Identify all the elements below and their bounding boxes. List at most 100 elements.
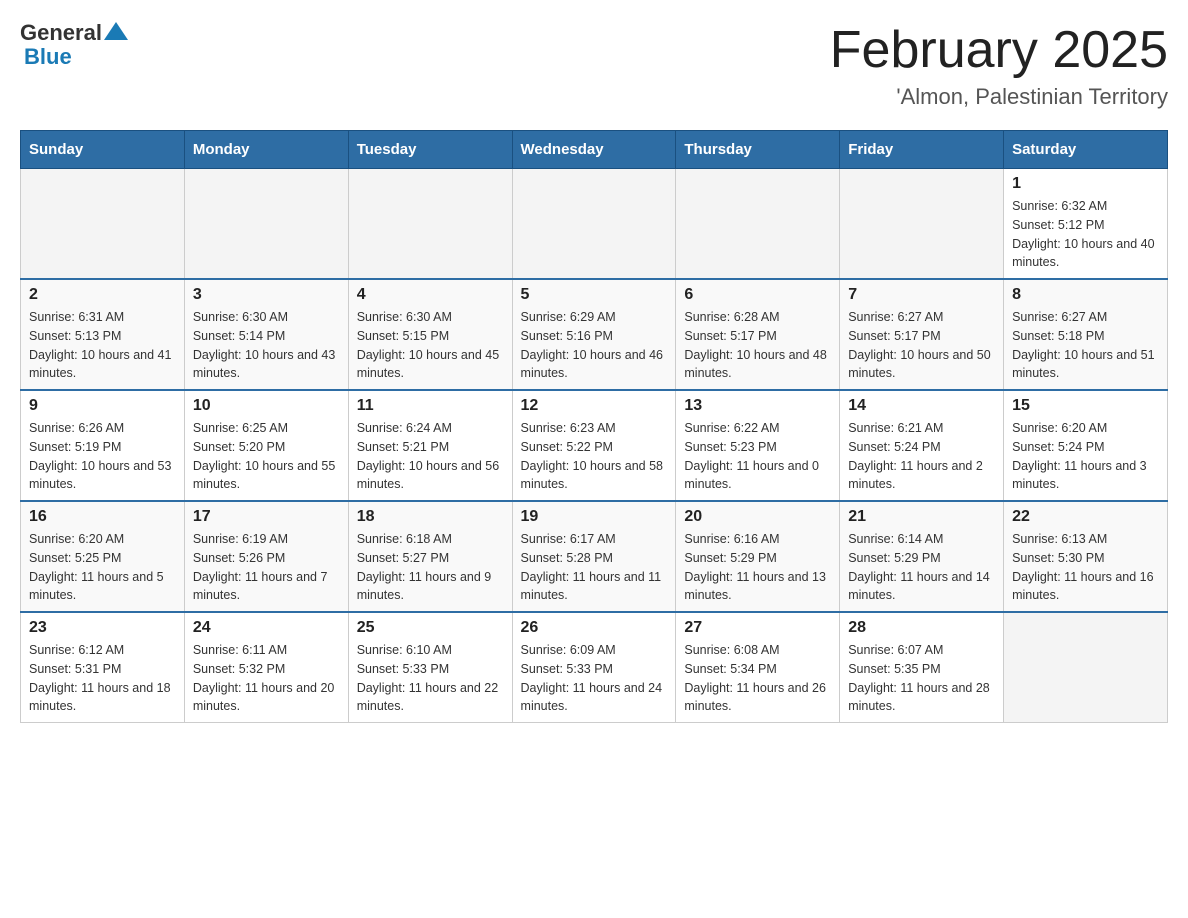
day-info: Sunrise: 6:17 AMSunset: 5:28 PMDaylight:… <box>521 530 668 605</box>
day-info: Sunrise: 6:28 AMSunset: 5:17 PMDaylight:… <box>684 308 831 383</box>
col-thursday: Thursday <box>676 131 840 169</box>
table-row <box>840 169 1004 280</box>
day-number: 24 <box>193 619 340 637</box>
col-tuesday: Tuesday <box>348 131 512 169</box>
day-number: 28 <box>848 619 995 637</box>
calendar-week-row: 16 Sunrise: 6:20 AMSunset: 5:25 PMDayligh… <box>21 501 1168 612</box>
table-row: 5 Sunrise: 6:29 AMSunset: 5:16 PMDaylight… <box>512 279 676 390</box>
day-info: Sunrise: 6:30 AMSunset: 5:15 PMDaylight:… <box>357 308 504 383</box>
day-number: 9 <box>29 397 176 415</box>
calendar-header-row: Sunday Monday Tuesday Wednesday Thursday… <box>21 131 1168 169</box>
table-row: 2 Sunrise: 6:31 AMSunset: 5:13 PMDaylight… <box>21 279 185 390</box>
page-header: General Blue February 2025 'Almon, Pales… <box>20 20 1168 110</box>
day-number: 26 <box>521 619 668 637</box>
table-row: 17Sunrise: 6:19 AMSunset: 5:26 PMDayligh… <box>184 501 348 612</box>
table-row <box>184 169 348 280</box>
table-row: 26 Sunrise: 6:09 AMSunset: 5:33 PMDayligh… <box>512 612 676 723</box>
table-row: 8Sunrise: 6:27 AMSunset: 5:18 PMDaylight… <box>1004 279 1168 390</box>
day-info: Sunrise: 6:16 AMSunset: 5:29 PMDaylight:… <box>684 530 831 605</box>
day-number: 8 <box>1012 286 1159 304</box>
table-row: 13 Sunrise: 6:22 AMSunset: 5:23 PMDayligh… <box>676 390 840 501</box>
day-number: 7 <box>848 286 995 304</box>
day-number: 14 <box>848 397 995 415</box>
day-info: Sunrise: 6:26 AMSunset: 5:19 PMDaylight:… <box>29 419 176 494</box>
day-number: 2 <box>29 286 176 304</box>
day-info: Sunrise: 6:20 AMSunset: 5:24 PMDaylight:… <box>1012 419 1159 494</box>
day-number: 1 <box>1012 175 1159 193</box>
day-info: Sunrise: 6:23 AMSunset: 5:22 PMDaylight:… <box>521 419 668 494</box>
table-row: 11 Sunrise: 6:24 AMSunset: 5:21 PMDayligh… <box>348 390 512 501</box>
title-section: February 2025 'Almon, Palestinian Territ… <box>830 20 1168 110</box>
day-info: Sunrise: 6:07 AMSunset: 5:35 PMDaylight:… <box>848 641 995 716</box>
logo-general-text: General <box>20 20 102 46</box>
calendar-week-row: 1 Sunrise: 6:32 AMSunset: 5:12 PMDaylight… <box>21 169 1168 280</box>
table-row: 12 Sunrise: 6:23 AMSunset: 5:22 PMDayligh… <box>512 390 676 501</box>
logo: General Blue <box>20 20 128 70</box>
day-number: 20 <box>684 508 831 526</box>
table-row: 9 Sunrise: 6:26 AMSunset: 5:19 PMDaylight… <box>21 390 185 501</box>
table-row: 3Sunrise: 6:30 AMSunset: 5:14 PMDaylight… <box>184 279 348 390</box>
day-number: 18 <box>357 508 504 526</box>
day-number: 19 <box>521 508 668 526</box>
day-number: 6 <box>684 286 831 304</box>
day-info: Sunrise: 6:18 AMSunset: 5:27 PMDaylight:… <box>357 530 504 605</box>
day-info: Sunrise: 6:12 AMSunset: 5:31 PMDaylight:… <box>29 641 176 716</box>
day-number: 12 <box>521 397 668 415</box>
table-row: 21Sunrise: 6:14 AMSunset: 5:29 PMDayligh… <box>840 501 1004 612</box>
table-row: 4Sunrise: 6:30 AMSunset: 5:15 PMDaylight… <box>348 279 512 390</box>
day-info: Sunrise: 6:14 AMSunset: 5:29 PMDaylight:… <box>848 530 995 605</box>
logo-blue-text: Blue <box>24 44 72 70</box>
day-info: Sunrise: 6:27 AMSunset: 5:17 PMDaylight:… <box>848 308 995 383</box>
calendar-week-row: 2 Sunrise: 6:31 AMSunset: 5:13 PMDaylight… <box>21 279 1168 390</box>
day-info: Sunrise: 6:10 AMSunset: 5:33 PMDaylight:… <box>357 641 504 716</box>
calendar-week-row: 23 Sunrise: 6:12 AMSunset: 5:31 PMDayligh… <box>21 612 1168 723</box>
day-number: 22 <box>1012 508 1159 526</box>
month-title: February 2025 <box>830 20 1168 80</box>
table-row: 1 Sunrise: 6:32 AMSunset: 5:12 PMDaylight… <box>1004 169 1168 280</box>
day-number: 25 <box>357 619 504 637</box>
day-number: 23 <box>29 619 176 637</box>
day-info: Sunrise: 6:24 AMSunset: 5:21 PMDaylight:… <box>357 419 504 494</box>
table-row: 23 Sunrise: 6:12 AMSunset: 5:31 PMDayligh… <box>21 612 185 723</box>
col-sunday: Sunday <box>21 131 185 169</box>
table-row: 20 Sunrise: 6:16 AMSunset: 5:29 PMDayligh… <box>676 501 840 612</box>
day-number: 15 <box>1012 397 1159 415</box>
day-info: Sunrise: 6:19 AMSunset: 5:26 PMDaylight:… <box>193 530 340 605</box>
col-saturday: Saturday <box>1004 131 1168 169</box>
day-number: 10 <box>193 397 340 415</box>
table-row <box>21 169 185 280</box>
table-row: 14 Sunrise: 6:21 AMSunset: 5:24 PMDayligh… <box>840 390 1004 501</box>
day-number: 11 <box>357 397 504 415</box>
day-number: 13 <box>684 397 831 415</box>
calendar-table: Sunday Monday Tuesday Wednesday Thursday… <box>20 130 1168 723</box>
day-info: Sunrise: 6:13 AMSunset: 5:30 PMDaylight:… <box>1012 530 1159 605</box>
day-info: Sunrise: 6:29 AMSunset: 5:16 PMDaylight:… <box>521 308 668 383</box>
table-row: 6 Sunrise: 6:28 AMSunset: 5:17 PMDaylight… <box>676 279 840 390</box>
table-row: 16 Sunrise: 6:20 AMSunset: 5:25 PMDayligh… <box>21 501 185 612</box>
day-info: Sunrise: 6:25 AMSunset: 5:20 PMDaylight:… <box>193 419 340 494</box>
logo-triangle-icon <box>104 22 128 40</box>
table-row <box>512 169 676 280</box>
day-info: Sunrise: 6:09 AMSunset: 5:33 PMDaylight:… <box>521 641 668 716</box>
table-row: 7 Sunrise: 6:27 AMSunset: 5:17 PMDaylight… <box>840 279 1004 390</box>
day-info: Sunrise: 6:32 AMSunset: 5:12 PMDaylight:… <box>1012 197 1159 272</box>
table-row: 24 Sunrise: 6:11 AMSunset: 5:32 PMDayligh… <box>184 612 348 723</box>
table-row: 28 Sunrise: 6:07 AMSunset: 5:35 PMDayligh… <box>840 612 1004 723</box>
day-number: 16 <box>29 508 176 526</box>
day-info: Sunrise: 6:21 AMSunset: 5:24 PMDaylight:… <box>848 419 995 494</box>
table-row: 19 Sunrise: 6:17 AMSunset: 5:28 PMDayligh… <box>512 501 676 612</box>
table-row: 27Sunrise: 6:08 AMSunset: 5:34 PMDayligh… <box>676 612 840 723</box>
day-number: 5 <box>521 286 668 304</box>
day-info: Sunrise: 6:31 AMSunset: 5:13 PMDaylight:… <box>29 308 176 383</box>
table-row: 10 Sunrise: 6:25 AMSunset: 5:20 PMDayligh… <box>184 390 348 501</box>
table-row <box>676 169 840 280</box>
table-row: 25 Sunrise: 6:10 AMSunset: 5:33 PMDayligh… <box>348 612 512 723</box>
day-number: 3 <box>193 286 340 304</box>
day-info: Sunrise: 6:22 AMSunset: 5:23 PMDaylight:… <box>684 419 831 494</box>
day-info: Sunrise: 6:11 AMSunset: 5:32 PMDaylight:… <box>193 641 340 716</box>
day-info: Sunrise: 6:20 AMSunset: 5:25 PMDaylight:… <box>29 530 176 605</box>
table-row: 18 Sunrise: 6:18 AMSunset: 5:27 PMDayligh… <box>348 501 512 612</box>
table-row: 22 Sunrise: 6:13 AMSunset: 5:30 PMDayligh… <box>1004 501 1168 612</box>
table-row <box>1004 612 1168 723</box>
col-friday: Friday <box>840 131 1004 169</box>
